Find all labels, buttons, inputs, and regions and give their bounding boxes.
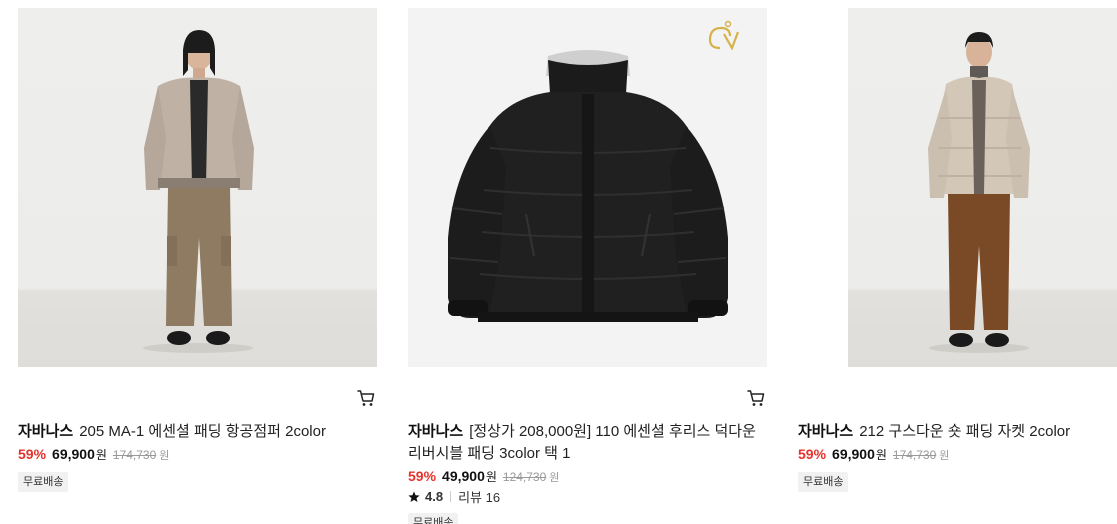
star-icon <box>408 491 420 502</box>
rating-score: 4.8 <box>425 489 444 504</box>
product-title[interactable]: 자바나스 [정상가 208,000원] 110 에센셜 후리스 덕다운 리버시블 … <box>408 421 768 465</box>
brand-logo-icon <box>708 20 740 51</box>
puffer-jacket-illustration <box>448 20 740 322</box>
product-image[interactable] <box>408 8 767 367</box>
price-unit: 원 <box>95 448 107 462</box>
product-image[interactable] <box>18 8 377 367</box>
free-shipping-badge: 무료배송 <box>18 472 69 492</box>
product-image[interactable] <box>848 8 1117 367</box>
price-row: 59% 69,900원 174,730 원 <box>18 445 169 465</box>
product-name[interactable]: 212 구스다운 숏 패딩 자켓 2color <box>859 423 1070 440</box>
original-price-unit: 원 <box>549 472 560 484</box>
price-row: 59% 49,900원 124,730 원 <box>408 467 559 487</box>
model-goose-down-jacket-illustration <box>928 32 1030 353</box>
brand-name[interactable]: 자바나스 <box>408 423 463 440</box>
price-unit: 원 <box>875 448 887 462</box>
original-price: 174,730 <box>892 448 937 462</box>
add-to-cart-icon[interactable] <box>746 388 766 408</box>
original-price: 174,730 <box>112 448 157 462</box>
sale-price: 69,900 <box>52 446 95 462</box>
discount-rate: 59% <box>798 446 827 462</box>
brand-name[interactable]: 자바나스 <box>798 423 853 440</box>
free-shipping-badge: 무료배송 <box>408 513 459 524</box>
model-ma1-jacket-illustration <box>143 30 254 353</box>
price-unit: 원 <box>485 470 497 484</box>
add-to-cart-icon[interactable] <box>356 388 376 408</box>
price-row: 59% 69,900원 174,730 원 <box>798 445 949 465</box>
product-title[interactable]: 자바나스 212 구스다운 숏 패딩 자켓 2color <box>798 421 1117 443</box>
sale-price: 69,900 <box>832 446 875 462</box>
review-count[interactable]: 리뷰 16 <box>458 487 500 506</box>
discount-rate: 59% <box>18 446 47 462</box>
free-shipping-badge: 무료배송 <box>798 472 849 492</box>
original-price: 124,730 <box>502 470 547 484</box>
original-price-unit: 원 <box>939 450 950 462</box>
original-price-unit: 원 <box>159 450 170 462</box>
brand-name[interactable]: 자바나스 <box>18 423 73 440</box>
sale-price: 49,900 <box>442 468 485 484</box>
product-name[interactable]: 205 MA-1 에센셜 패딩 항공점퍼 2color <box>79 423 326 440</box>
divider <box>450 491 452 502</box>
product-title[interactable]: 자바나스 205 MA-1 에센셜 패딩 항공점퍼 2color <box>18 421 378 443</box>
rating-row: 4.8 리뷰 16 <box>408 487 500 506</box>
discount-rate: 59% <box>408 468 437 484</box>
